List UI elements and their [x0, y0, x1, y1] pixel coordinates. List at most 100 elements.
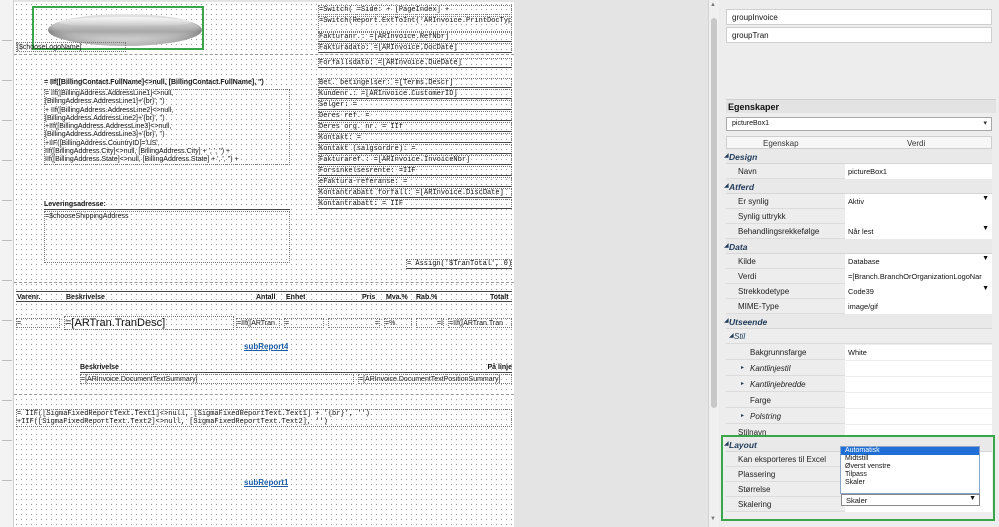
collapse-triangle-icon[interactable]: ◢: [724, 317, 729, 324]
property-label: Er synlig: [738, 197, 769, 206]
category-atferd[interactable]: ◢ Atferd: [724, 179, 992, 194]
col-header-description: Beskrivelse: [66, 294, 105, 301]
info-field-efaktura[interactable]: eFaktura-referanse: =: [318, 177, 512, 187]
property-value[interactable]: [845, 361, 992, 376]
expand-triangle-icon[interactable]: ▸: [741, 380, 744, 387]
property-value[interactable]: Når lest ▼: [845, 224, 992, 239]
property-label: Kantlinjebredde: [750, 380, 806, 389]
info-field-contact[interactable]: Kontakt: =: [318, 133, 512, 143]
object-selector[interactable]: pictureBox1 ▾: [726, 117, 992, 131]
info-field-org-nr[interactable]: Deres org. nr. = IIf: [318, 122, 512, 132]
scrollbar-thumb[interactable]: [711, 18, 717, 408]
invoice-date-field[interactable]: Fakturadato: =[ARInvoice.DocDate]: [318, 43, 512, 53]
property-row-synlig-uttrykk[interactable]: Synlig uttrykk: [726, 209, 992, 224]
option-tilpass[interactable]: Tilpass: [841, 471, 979, 479]
footer-fixed-text-field[interactable]: = IIF([SigmaFixedReportText.Text1]<>null…: [16, 409, 512, 427]
collapse-triangle-icon[interactable]: ◢: [724, 182, 729, 189]
property-row-polstring[interactable]: Polstring ▸: [726, 409, 992, 424]
property-row-mime-type[interactable]: MIME-Type image/gif: [726, 299, 992, 314]
summary-text-right[interactable]: =[ARInvoice.DocumentTextPositionSummary]: [358, 374, 512, 384]
info-field-contact-so[interactable]: Kontakt (salgsordre): =: [318, 144, 512, 154]
info-field-cash-discount[interactable]: Kontantrabatt: = IIF: [318, 199, 512, 209]
delivery-title: Leveringsadresse:: [44, 200, 290, 210]
property-value[interactable]: White: [845, 345, 992, 360]
detail-vat-field[interactable]: =%: [384, 318, 412, 328]
group-item-invoice[interactable]: groupInvoice: [726, 9, 992, 25]
detail-item-no-field[interactable]: =: [16, 318, 60, 328]
subreport1-link[interactable]: subReport1: [244, 478, 288, 487]
property-row-kantlinjestil[interactable]: Kantlinjestil ▸: [726, 361, 992, 376]
property-row-navn[interactable]: Navn pictureBox1: [726, 164, 992, 179]
invoice-number-field[interactable]: Fakturanr.: =[ARInvoice.RefNbr]: [318, 32, 512, 42]
detail-discount-field[interactable]: =I: [416, 318, 444, 328]
col-header-item-no: Varenr.: [17, 294, 41, 301]
scaling-select[interactable]: Skaler ▼: [841, 494, 980, 506]
property-value[interactable]: Code39 ▼: [845, 284, 992, 299]
group-item-tran[interactable]: groupTran: [726, 27, 992, 43]
collapse-triangle-icon[interactable]: ◢: [724, 242, 729, 249]
property-value-text: pictureBox1: [848, 167, 888, 176]
billing-name-field[interactable]: = IIf([BillingContact.FullName]<>null, […: [44, 78, 304, 88]
info-field-customer[interactable]: Kundenr.: =[ARInvoice.CustomerID]: [318, 89, 512, 99]
property-row-strekkodetype[interactable]: Strekkodetype Code39 ▼: [726, 284, 992, 299]
header-field-2[interactable]: =Switch(Report.ExtToInt('ARInvoice.Print…: [318, 16, 512, 32]
detail-quantity-field[interactable]: =IIf([ARTran: [236, 318, 280, 328]
dropdown-arrow-icon[interactable]: ▼: [982, 225, 989, 232]
collapse-triangle-icon[interactable]: ◢: [724, 152, 729, 159]
info-field-late-interest[interactable]: Forsinkelsesrente: =IIF: [318, 166, 512, 176]
option-overst-venstre[interactable]: Øverst venstre: [841, 463, 979, 471]
property-row-verdi[interactable]: Verdi =[Branch.BranchOrOrganizationLogoNa…: [726, 269, 992, 284]
report-designer-canvas[interactable]: [$chooseLogoName] =Switch( =Side: + [Pag…: [0, 0, 708, 527]
property-row-bakgrunnsfarge[interactable]: Bakgrunnsfarge White: [726, 345, 992, 360]
info-field-invoice-ref[interactable]: Fakturaref.: =[ARInvoice.InvoiceNbr]: [318, 155, 512, 165]
detail-price-field[interactable]: =: [328, 318, 380, 328]
dropdown-arrow-icon[interactable]: ▼: [982, 285, 989, 292]
property-label: Farge: [750, 396, 771, 405]
designer-scrollbar[interactable]: ▲ ▼: [708, 0, 719, 527]
billing-address-field[interactable]: = IIf([BillingAddress.AddressLine1]<>nul…: [44, 89, 290, 165]
property-value[interactable]: [845, 209, 992, 224]
info-field-your-ref[interactable]: Deres ref. =: [318, 111, 512, 121]
expand-triangle-icon[interactable]: ▸: [741, 364, 744, 371]
property-value[interactable]: image/gif: [845, 299, 992, 314]
subreport4-link[interactable]: subReport4: [244, 342, 288, 351]
report-page[interactable]: [$chooseLogoName] =Switch( =Side: + [Pag…: [14, 2, 514, 527]
property-value[interactable]: Database ▼: [845, 254, 992, 269]
delivery-address-field[interactable]: =$chooseShippingAddress: [44, 211, 290, 263]
property-value[interactable]: Aktiv ▼: [845, 194, 992, 209]
option-skaler[interactable]: Skaler: [841, 479, 979, 487]
property-value[interactable]: [845, 409, 992, 424]
property-row-kilde[interactable]: Kilde Database ▼: [726, 254, 992, 269]
summary-text-left[interactable]: =[ARInvoice.DocumentTextSummary]: [80, 374, 354, 384]
detail-unit-field[interactable]: =: [284, 318, 324, 328]
info-field-disc-date[interactable]: Kontantrabatt forfall: =[ARInvoice.DiscD…: [318, 188, 512, 198]
property-value[interactable]: pictureBox1: [845, 164, 992, 179]
property-value[interactable]: [845, 393, 992, 408]
option-automatisk[interactable]: Automatisk: [841, 447, 979, 455]
category-utseende[interactable]: ◢ Utseende: [724, 314, 992, 329]
category-design[interactable]: ◢ Design: [724, 149, 992, 164]
property-value[interactable]: [845, 377, 992, 392]
property-row-behandlingsrekkef-lge[interactable]: Behandlingsrekkefølge Når lest ▼: [726, 224, 992, 239]
assign-trantotal-field[interactable]: = Assign('$TranTotal', 0): [406, 259, 512, 269]
detail-total-field[interactable]: =IIf([ARTran.Tran: [448, 318, 512, 328]
info-field-seller[interactable]: Selger: =: [318, 100, 512, 110]
header-field-1[interactable]: =Switch( =Side: + [PageIndex] +: [318, 5, 512, 15]
detail-description-field[interactable]: =[ARTran.TranDesc]: [64, 316, 234, 330]
option-midtstill[interactable]: Midtstill: [841, 455, 979, 463]
dropdown-arrow-icon[interactable]: ▼: [982, 255, 989, 262]
property-row-stil[interactable]: ◢ Stil: [726, 329, 992, 344]
property-value[interactable]: =[Branch.BranchOrOrganizationLogoNar: [845, 269, 992, 284]
scaling-options-list[interactable]: Automatisk Midtstill Øverst venstre Tilp…: [840, 446, 980, 494]
info-field-terms[interactable]: Bet. betingelser: =[Terms.Descr]: [318, 78, 512, 88]
collapse-triangle-icon[interactable]: ◢: [729, 332, 734, 339]
property-row-kantlinjebredde[interactable]: Kantlinjebredde ▸: [726, 377, 992, 392]
property-row-farge[interactable]: Farge: [726, 393, 992, 408]
due-date-field[interactable]: Forfallsdato: =[ARInvoice.DueDate]: [318, 58, 512, 68]
col-header-discount: Rab.%: [416, 294, 438, 301]
dropdown-arrow-icon[interactable]: ▼: [982, 195, 989, 202]
logo-name-field[interactable]: [$chooseLogoName]: [16, 42, 126, 52]
expand-triangle-icon[interactable]: ▸: [741, 412, 744, 419]
property-row-er-synlig[interactable]: Er synlig Aktiv ▼: [726, 194, 992, 209]
category-data[interactable]: ◢ Data: [724, 239, 992, 254]
